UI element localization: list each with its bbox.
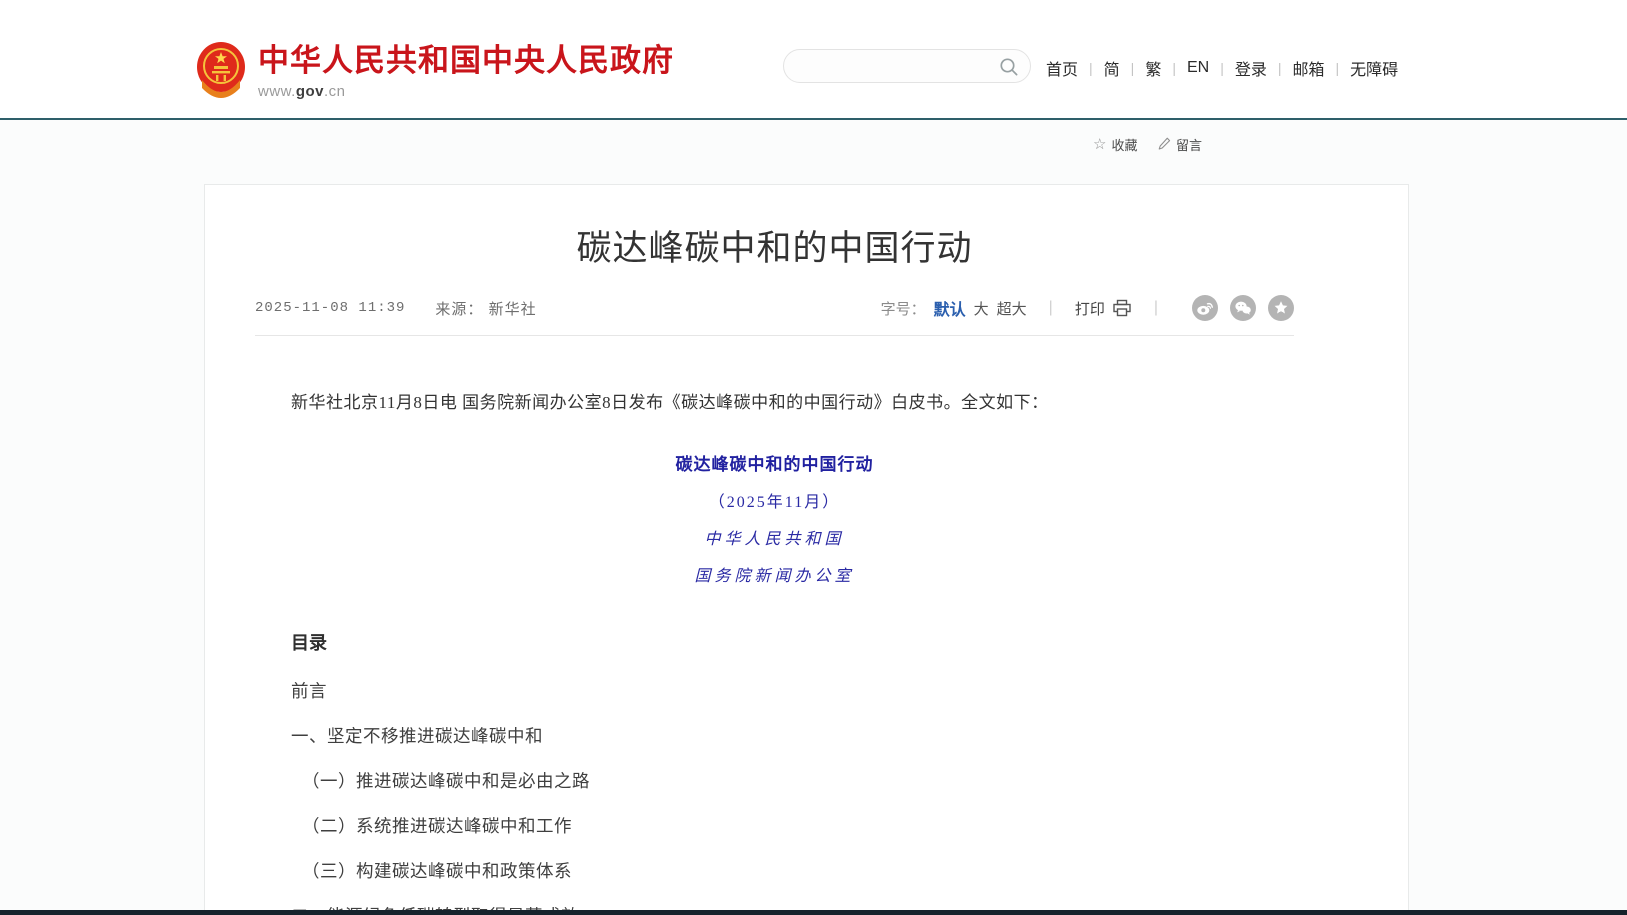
toc-item-preface: 前言 bbox=[291, 682, 1258, 700]
font-size-xlarge[interactable]: 超大 bbox=[997, 298, 1027, 319]
page-actions: ☆ 收藏 留言 bbox=[0, 132, 1627, 156]
nav-simplified[interactable]: 简 bbox=[1104, 56, 1120, 80]
nav-separator: | bbox=[1220, 60, 1224, 76]
search-icon[interactable] bbox=[998, 56, 1020, 78]
toc-item-section1-2: （二）系统推进碳达峰碳中和工作 bbox=[291, 817, 1258, 835]
search-box bbox=[783, 49, 1031, 83]
url-www: www. bbox=[258, 83, 296, 100]
national-emblem-logo bbox=[196, 40, 246, 100]
nav-accessibility[interactable]: 无障碍 bbox=[1350, 56, 1398, 80]
page: 中华人民共和国中央人民政府 www.gov.cn 首页 | 简 | 繁 | EN… bbox=[0, 0, 1627, 915]
source-label: 来源： bbox=[435, 301, 483, 318]
print-button[interactable]: 打印 bbox=[1075, 298, 1132, 319]
article-title: 碳达峰碳中和的中国行动 bbox=[255, 227, 1294, 271]
meta-left: 2025-11-08 11:39 来源： 新华社 bbox=[255, 298, 537, 319]
nav-separator: | bbox=[1089, 60, 1093, 76]
document-org-line1: 中华人民共和国 bbox=[291, 525, 1258, 549]
document-title: 碳达峰碳中和的中国行动 bbox=[291, 450, 1258, 475]
site-title: 中华人民共和国中央人民政府 bbox=[258, 44, 674, 78]
star-outline-icon: ☆ bbox=[1093, 138, 1106, 151]
bottom-edge-bar bbox=[0, 910, 1627, 915]
source-value: 新华社 bbox=[489, 301, 537, 318]
star-share-icon[interactable] bbox=[1268, 295, 1294, 321]
comment-button[interactable]: 留言 bbox=[1158, 135, 1202, 154]
toolbar-separator: | bbox=[1154, 299, 1158, 317]
article-card: 碳达峰碳中和的中国行动 2025-11-08 11:39 来源： 新华社 字号：… bbox=[204, 184, 1409, 915]
article-source: 来源： 新华社 bbox=[435, 298, 536, 319]
nav-traditional[interactable]: 繁 bbox=[1145, 56, 1161, 80]
toolbar-separator: | bbox=[1049, 299, 1053, 317]
nav-mail[interactable]: 邮箱 bbox=[1293, 56, 1325, 80]
article-body: 新华社北京11月8日电 国务院新闻办公室8日发布《碳达峰碳中和的中国行动》白皮书… bbox=[291, 392, 1258, 915]
publish-date: 2025-11-08 11:39 bbox=[255, 300, 405, 316]
toc-item-section1: 一、坚定不移推进碳达峰碳中和 bbox=[291, 727, 1258, 745]
site-url: www.gov.cn bbox=[258, 83, 674, 100]
intro-paragraph: 新华社北京11月8日电 国务院新闻办公室8日发布《碳达峰碳中和的中国行动》白皮书… bbox=[291, 392, 1258, 414]
search-input[interactable] bbox=[784, 50, 1030, 82]
font-size-label: 字号： bbox=[881, 298, 926, 319]
comment-label: 留言 bbox=[1176, 135, 1202, 154]
site-brand: 中华人民共和国中央人民政府 www.gov.cn bbox=[258, 44, 674, 100]
toc-heading: 目录 bbox=[291, 629, 1258, 655]
wechat-share-icon[interactable] bbox=[1230, 295, 1256, 321]
top-nav: 首页 | 简 | 繁 | EN | 登录 | 邮箱 | 无障碍 bbox=[1046, 56, 1398, 80]
nav-login[interactable]: 登录 bbox=[1235, 56, 1267, 80]
toc-item-section1-1: （一）推进碳达峰碳中和是必由之路 bbox=[291, 772, 1258, 790]
pencil-icon bbox=[1158, 137, 1171, 153]
document-org-line2: 国务院新闻办公室 bbox=[291, 562, 1258, 586]
font-size-large[interactable]: 大 bbox=[974, 298, 989, 319]
font-size-default[interactable]: 默认 bbox=[934, 296, 966, 320]
favorite-button[interactable]: ☆ 收藏 bbox=[1093, 135, 1137, 154]
weibo-share-icon[interactable] bbox=[1192, 295, 1218, 321]
article-meta: 2025-11-08 11:39 来源： 新华社 字号： 默认 大 超大 | 打… bbox=[255, 295, 1294, 336]
favorite-label: 收藏 bbox=[1111, 135, 1137, 154]
printer-icon bbox=[1112, 299, 1132, 317]
nav-separator: | bbox=[1336, 60, 1340, 76]
print-label: 打印 bbox=[1075, 298, 1105, 319]
url-cn: .cn bbox=[324, 83, 346, 100]
meta-toolbar: 字号： 默认 大 超大 | 打印 | bbox=[881, 295, 1294, 321]
nav-separator: | bbox=[1172, 60, 1176, 76]
nav-home[interactable]: 首页 bbox=[1046, 56, 1078, 80]
url-gov: gov bbox=[296, 83, 324, 100]
site-header: 中华人民共和国中央人民政府 www.gov.cn 首页 | 简 | 繁 | EN… bbox=[0, 0, 1627, 118]
nav-separator: | bbox=[1278, 60, 1282, 76]
document-date: （2025年11月） bbox=[291, 488, 1258, 512]
toc-item-section1-3: （三）构建碳达峰碳中和政策体系 bbox=[291, 862, 1258, 880]
nav-separator: | bbox=[1131, 60, 1135, 76]
nav-english[interactable]: EN bbox=[1187, 59, 1209, 77]
